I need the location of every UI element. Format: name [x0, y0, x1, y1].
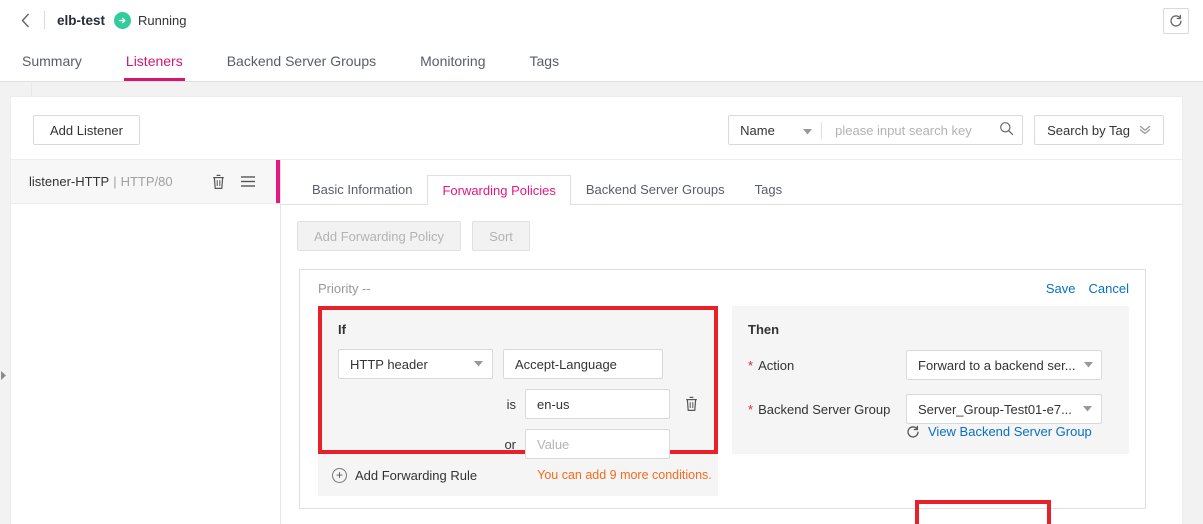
forwarding-policy-card: Priority -- Save Cancel If HTTP [299, 269, 1146, 509]
search-input[interactable] [833, 122, 999, 139]
tab-forwarding-policies[interactable]: Forwarding Policies [427, 175, 570, 205]
double-chevron-down-icon [1139, 125, 1151, 135]
view-backend-server-group-link[interactable]: View Backend Server Group [928, 424, 1092, 439]
listener-detail-pane: Basic Information Forwarding Policies Ba… [281, 160, 1182, 524]
header-key-input[interactable]: Accept-Language [503, 349, 663, 379]
if-panel: If HTTP header Accept-Language [318, 306, 718, 454]
add-forwarding-rule-label: Add Forwarding Rule [355, 468, 477, 483]
backend-server-group-row: * Backend Server Group Server_Group-Test… [732, 394, 1129, 424]
refresh-icon[interactable] [906, 425, 920, 439]
priority-label: Priority -- [318, 281, 371, 296]
page-title: elb-test [57, 13, 105, 28]
header-divider [44, 11, 45, 29]
search-field-value: Name [740, 123, 775, 138]
add-forwarding-policy-button[interactable]: Add Forwarding Policy [297, 221, 461, 251]
save-button[interactable]: Save [1046, 281, 1076, 296]
action-value: Forward to a backend ser... [918, 358, 1076, 373]
policy-action-bar: Add Forwarding Policy Sort [281, 205, 1182, 251]
action-label-text: Action [758, 358, 794, 373]
tab-detail-backend-server-groups[interactable]: Backend Server Groups [571, 175, 740, 204]
tab-summary[interactable]: Summary [0, 40, 104, 81]
caret-down-icon [803, 123, 812, 138]
detail-tab-bar: Basic Information Forwarding Policies Ba… [281, 176, 1182, 205]
backend-server-group-label: * Backend Server Group [748, 402, 906, 417]
view-backend-server-group-row: View Backend Server Group [732, 424, 1129, 439]
policy-card-footer: + Add Forwarding Rule You can add 9 more… [318, 454, 718, 496]
then-panel-title: Then [732, 322, 1129, 337]
tab-detail-tags[interactable]: Tags [740, 175, 797, 204]
page-body: Add Listener Name [0, 82, 1203, 524]
tab-tags[interactable]: Tags [508, 40, 582, 81]
if-condition-row: HTTP header Accept-Language [322, 349, 714, 379]
policy-columns: If HTTP header Accept-Language [318, 306, 1129, 454]
listener-separator: | [113, 174, 116, 189]
search-field-select[interactable]: Name [729, 116, 821, 144]
if-value-row-is: is en-us [322, 389, 714, 419]
backend-server-group-select[interactable]: Server_Group-Test01-e7... [906, 394, 1102, 424]
caret-down-icon [466, 361, 483, 367]
required-marker: * [748, 359, 753, 372]
condition-type-select[interactable]: HTTP header [338, 349, 493, 379]
backend-server-group-label-text: Backend Server Group [758, 402, 890, 417]
then-panel: Then * Action Forward to a backend ser..… [732, 306, 1129, 454]
trash-icon[interactable] [684, 396, 699, 412]
required-marker: * [748, 403, 753, 416]
trash-icon[interactable] [211, 174, 226, 190]
search-by-tag-button[interactable]: Search by Tag [1034, 115, 1164, 145]
listener-protocol-port: HTTP/80 [121, 174, 173, 189]
operator-is-label: is [494, 397, 516, 412]
if-value-row-or: or Value [322, 429, 714, 459]
action-select[interactable]: Forward to a backend ser... [906, 350, 1102, 380]
tab-backend-server-groups[interactable]: Backend Server Groups [205, 40, 398, 81]
hamburger-menu-icon[interactable] [240, 175, 256, 188]
status-badge: Running [138, 13, 186, 28]
running-arrow-icon [114, 12, 131, 29]
tab-listeners[interactable]: Listeners [104, 40, 205, 81]
back-icon[interactable] [14, 9, 36, 31]
listener-name: listener-HTTP [29, 174, 109, 189]
listener-list-pane: listener-HTTP | HTTP/80 [11, 160, 281, 524]
policy-card-header: Priority -- Save Cancel [300, 270, 1145, 306]
listeners-card: Add Listener Name [10, 96, 1183, 524]
plus-circle-icon: + [332, 468, 347, 483]
search-area: Name Search by Tag [728, 115, 1164, 145]
listeners-toolbar: Add Listener Name [11, 97, 1182, 159]
add-forwarding-rule-button[interactable]: + Add Forwarding Rule [332, 468, 477, 483]
magnifier-icon[interactable] [999, 121, 1014, 139]
tab-monitoring[interactable]: Monitoring [398, 40, 507, 81]
backend-server-group-value: Server_Group-Test01-e7... [918, 402, 1072, 417]
search-by-tag-label: Search by Tag [1047, 123, 1130, 138]
if-panel-title: If [322, 322, 714, 337]
caret-down-icon [1075, 406, 1092, 412]
search-input-wrap [822, 116, 1022, 144]
list-item[interactable]: listener-HTTP | HTTP/80 [11, 160, 280, 204]
action-row: * Action Forward to a backend ser... [732, 350, 1129, 380]
tab-basic-information[interactable]: Basic Information [297, 175, 427, 204]
condition-type-value: HTTP header [350, 357, 428, 372]
conditions-hint: You can add 9 more conditions. [537, 468, 712, 482]
condition-value-input[interactable]: en-us [525, 389, 670, 419]
condition-value-input-empty[interactable]: Value [525, 429, 670, 459]
cancel-button[interactable]: Cancel [1089, 281, 1129, 296]
page-header: elb-test Running [0, 0, 1203, 40]
add-listener-button[interactable]: Add Listener [33, 115, 140, 145]
sort-button[interactable]: Sort [472, 221, 530, 251]
refresh-icon[interactable] [1163, 8, 1189, 34]
listeners-split: listener-HTTP | HTTP/80 [11, 159, 1182, 524]
main-tab-bar: Summary Listeners Backend Server Groups … [0, 40, 1203, 82]
search-combo: Name [728, 115, 1023, 145]
action-label: * Action [748, 358, 906, 373]
caret-down-icon [1076, 362, 1093, 368]
expand-right-icon[interactable] [0, 370, 9, 386]
operator-or-label: or [494, 437, 516, 452]
